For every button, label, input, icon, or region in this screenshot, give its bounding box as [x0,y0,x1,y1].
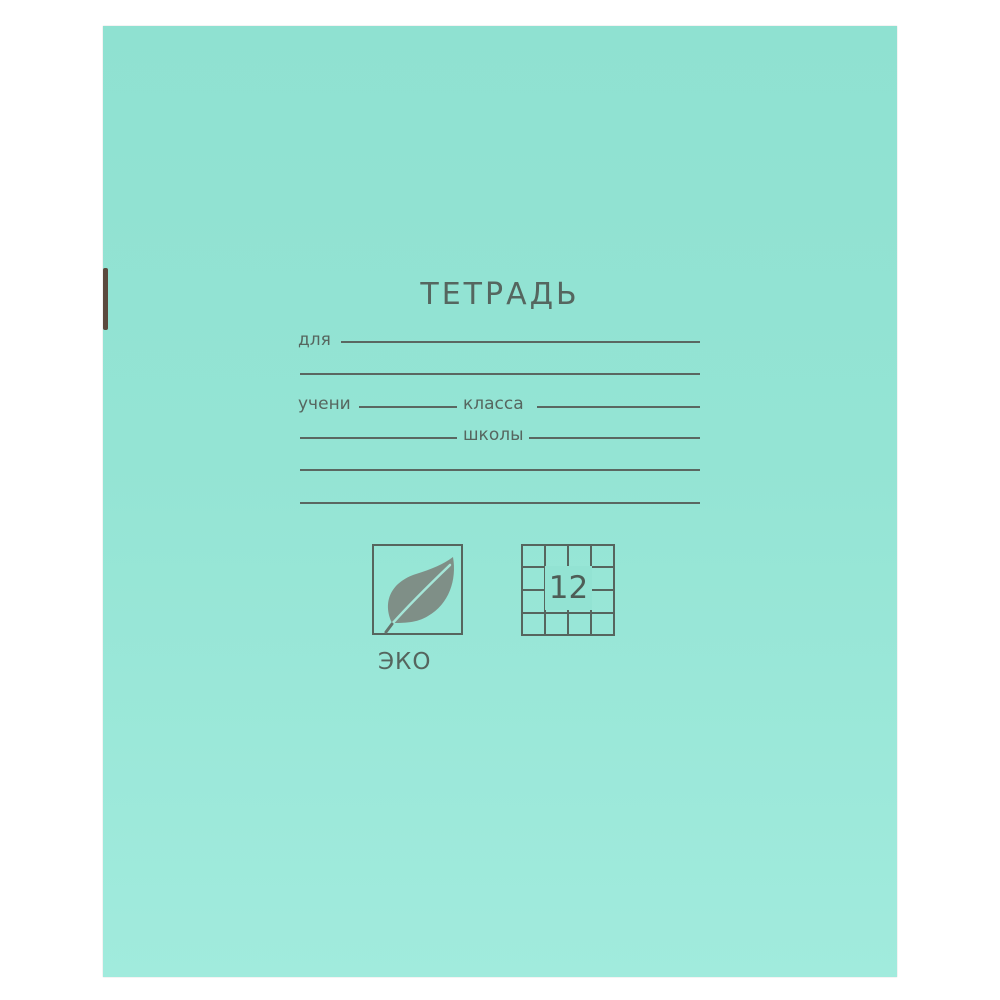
eco-label: ЭКО [378,649,432,675]
eco-badge [372,544,463,635]
extra-line-1 [300,469,700,471]
school-line [529,437,700,439]
for-line [341,341,700,343]
sheet-count: 12 [545,566,592,610]
notebook-title: ТЕТРАДЬ [420,277,580,312]
school-label: школы [463,425,524,445]
student-line [359,406,457,408]
student-label: учени [298,394,351,414]
leaf-icon [384,557,454,634]
for-label: для [298,330,331,350]
product-photo: ТЕТРАДЬ для учени класса школы ЭКО 12 [0,0,1000,1000]
school-number-line [300,437,457,439]
extra-line-2 [300,502,700,504]
name-line [300,373,700,375]
class-label: класса [463,394,524,414]
class-line [537,406,700,408]
